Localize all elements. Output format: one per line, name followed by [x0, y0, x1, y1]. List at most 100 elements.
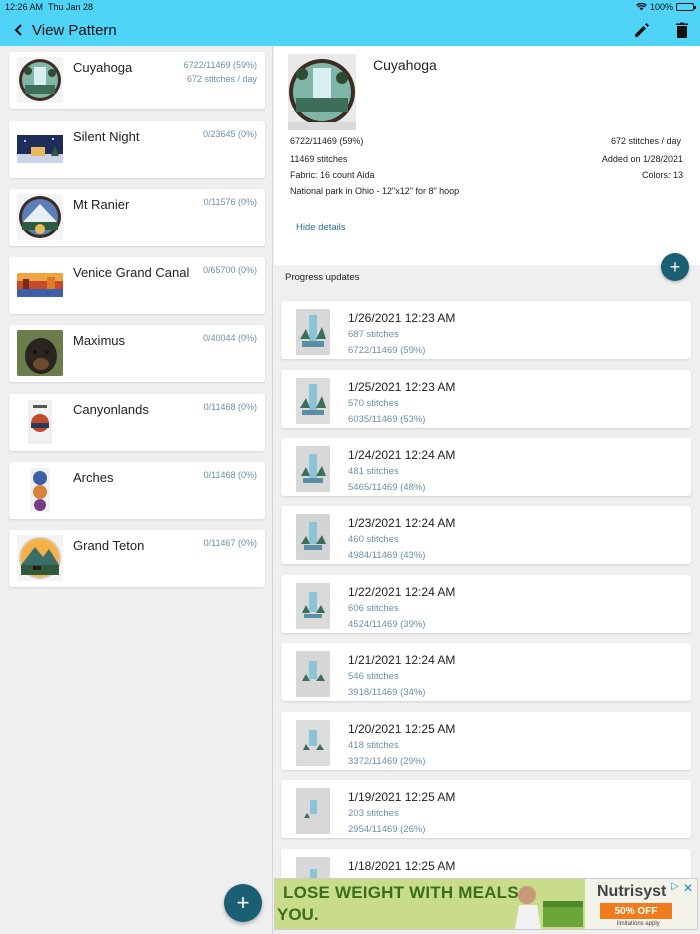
- chevron-left-icon: [14, 24, 22, 36]
- update-total: 2954/11469 (26%): [348, 824, 426, 835]
- pattern-progress: 0/11468 (0%): [203, 402, 257, 412]
- pattern-name: Cuyahoga: [73, 60, 133, 75]
- delete-button[interactable]: [672, 20, 692, 40]
- update-thumbnail: [296, 583, 330, 629]
- update-thumbnail: [296, 514, 330, 560]
- update-date: 1/26/2021 12:23 AM: [348, 311, 456, 325]
- battery-percent: 100%: [649, 2, 673, 12]
- pattern-item-venice-grand-canal[interactable]: Venice Grand Canal 0/65700 (0%): [9, 257, 265, 314]
- update-date: 1/23/2021 12:24 AM: [348, 516, 456, 530]
- update-date: 1/18/2021 12:25 AM: [348, 859, 456, 873]
- detail-rate: 672 stitches / day: [610, 136, 681, 146]
- progress-update-item[interactable]: 1/20/2021 12:25 AM 418 stitches 3372/114…: [281, 712, 691, 770]
- update-total: 5465/11469 (48%): [348, 482, 426, 493]
- ad-fine-print: limitations apply: [617, 921, 660, 927]
- trash-icon: [676, 22, 688, 38]
- update-total: 6035/11469 (53%): [348, 414, 426, 425]
- pattern-progress: 6722/11469 (59%): [183, 60, 257, 70]
- update-stitches: 203 stitches: [348, 808, 399, 819]
- ad-headline: LOSE WEIGHT WITH MEALS: [283, 883, 519, 902]
- progress-update-item[interactable]: 1/25/2021 12:23 AM 570 stitches 6035/114…: [281, 370, 691, 428]
- pattern-list: Cuyahoga 6722/11469 (59%) 672 stitches /…: [0, 46, 272, 934]
- progress-update-item[interactable]: 1/21/2021 12:24 AM 546 stitches 3918/114…: [281, 643, 691, 701]
- update-date: 1/20/2021 12:25 AM: [348, 722, 456, 736]
- progress-update-item[interactable]: 1/18/2021 12:25 AM: [281, 849, 691, 878]
- detail-stitches: 11469 stitches: [290, 154, 348, 164]
- ad-subline: YOU.: [277, 905, 319, 924]
- pattern-name: Venice Grand Canal: [73, 265, 190, 280]
- pattern-thumbnail: [17, 535, 63, 581]
- update-stitches: 460 stitches: [348, 534, 399, 545]
- update-total: 3918/11469 (34%): [348, 687, 426, 698]
- plus-icon: +: [669, 256, 681, 277]
- plus-icon: +: [236, 890, 250, 915]
- update-date: 1/19/2021 12:25 AM: [348, 790, 456, 804]
- pattern-thumbnail: [17, 467, 63, 513]
- pattern-name: Mt Ranier: [73, 197, 130, 212]
- status-time: 12:26 AM: [5, 2, 44, 12]
- pattern-item-cuyahoga[interactable]: Cuyahoga 6722/11469 (59%) 672 stitches /…: [9, 52, 265, 109]
- progress-update-item[interactable]: 1/19/2021 12:25 AM 203 stitches 2954/114…: [281, 780, 691, 838]
- pattern-thumbnail: [17, 262, 63, 308]
- detail-description: National park in Ohio - 12"x12" for 8" h…: [290, 186, 460, 196]
- detail-added: Added on 1/28/2021: [601, 154, 683, 164]
- pattern-item-mt-ranier[interactable]: Mt Ranier 0/11576 (0%): [9, 189, 265, 246]
- panel-divider: [272, 46, 273, 934]
- ad-banner[interactable]: LOSE WEIGHT WITH MEALS YOU. Nutrisyst 50…: [274, 878, 698, 930]
- status-date: Thu Jan 28: [48, 2, 94, 12]
- pattern-progress: 0/23645 (0%): [202, 129, 257, 139]
- pattern-progress: 0/11468 (0%): [203, 470, 257, 480]
- update-total: 3372/11469 (29%): [348, 756, 426, 767]
- progress-update-item[interactable]: 1/23/2021 12:24 AM 460 stitches 4984/114…: [281, 506, 691, 564]
- progress-updates-header: Progress updates: [285, 272, 360, 283]
- battery-icon: [676, 3, 696, 11]
- update-stitches: 481 stitches: [348, 466, 399, 477]
- detail-fabric: Fabric: 16 count Aida: [290, 170, 375, 180]
- update-total: 4524/11469 (39%): [348, 619, 426, 630]
- pattern-thumbnail: [17, 126, 63, 172]
- update-stitches: 687 stitches: [348, 329, 399, 340]
- pattern-item-arches[interactable]: Arches 0/11468 (0%): [9, 462, 265, 519]
- ad-brand: Nutrisyst: [597, 883, 667, 900]
- pattern-thumbnail: [17, 330, 63, 376]
- pattern-thumbnail: [17, 194, 63, 240]
- pattern-name: Grand Teton: [73, 538, 145, 553]
- update-date: 1/24/2021 12:24 AM: [348, 448, 456, 462]
- update-thumbnail: [296, 651, 330, 697]
- add-progress-button[interactable]: +: [661, 253, 689, 281]
- ad-close-icon[interactable]: ✕: [683, 881, 693, 895]
- pattern-item-canyonlands[interactable]: Canyonlands 0/11468 (0%): [9, 394, 265, 451]
- progress-update-item[interactable]: 1/22/2021 12:24 AM 606 stitches 4524/114…: [281, 575, 691, 633]
- pattern-item-maximus[interactable]: Maximus 0/40044 (0%): [9, 325, 265, 382]
- update-thumbnail: [296, 857, 330, 878]
- hide-details-link[interactable]: Hide details: [296, 222, 346, 233]
- pattern-item-silent-night[interactable]: Silent Night 0/23645 (0%): [9, 121, 265, 178]
- pattern-progress: 0/65700 (0%): [202, 265, 257, 275]
- ad-person-image: [515, 886, 583, 929]
- app-bar: View Pattern: [0, 14, 700, 46]
- ad-info-icon[interactable]: ▷: [671, 881, 679, 892]
- wifi-icon: [635, 3, 647, 11]
- pattern-rate: 672 stitches / day: [186, 74, 257, 84]
- pattern-progress: 0/11467 (0%): [203, 538, 257, 548]
- pattern-name: Silent Night: [73, 129, 140, 144]
- pattern-progress: 0/11576 (0%): [203, 197, 257, 207]
- detail-progress: 6722/11469 (59%): [290, 136, 364, 146]
- update-total: 6722/11469 (59%): [348, 345, 426, 356]
- ad-offer-badge: 50% OFF: [600, 903, 672, 919]
- progress-update-item[interactable]: 1/26/2021 12:23 AM 687 stitches 6722/114…: [281, 301, 691, 359]
- edit-button[interactable]: [632, 20, 652, 40]
- update-thumbnail: [296, 720, 330, 766]
- update-date: 1/25/2021 12:23 AM: [348, 380, 456, 394]
- pattern-thumbnail: [17, 399, 63, 445]
- status-right: 100%: [635, 2, 696, 12]
- detail-title: Cuyahoga: [373, 57, 437, 73]
- progress-update-item[interactable]: 1/24/2021 12:24 AM 481 stitches 5465/114…: [281, 438, 691, 496]
- add-pattern-button[interactable]: +: [224, 884, 262, 922]
- update-stitches: 606 stitches: [348, 603, 399, 614]
- update-date: 1/22/2021 12:24 AM: [348, 585, 456, 599]
- pattern-detail-card: Cuyahoga 6722/11469 (59%) 672 stitches /…: [274, 46, 700, 265]
- pattern-name: Canyonlands: [73, 402, 149, 417]
- back-button[interactable]: [10, 21, 28, 39]
- pattern-item-grand-teton[interactable]: Grand Teton 0/11467 (0%): [9, 530, 265, 587]
